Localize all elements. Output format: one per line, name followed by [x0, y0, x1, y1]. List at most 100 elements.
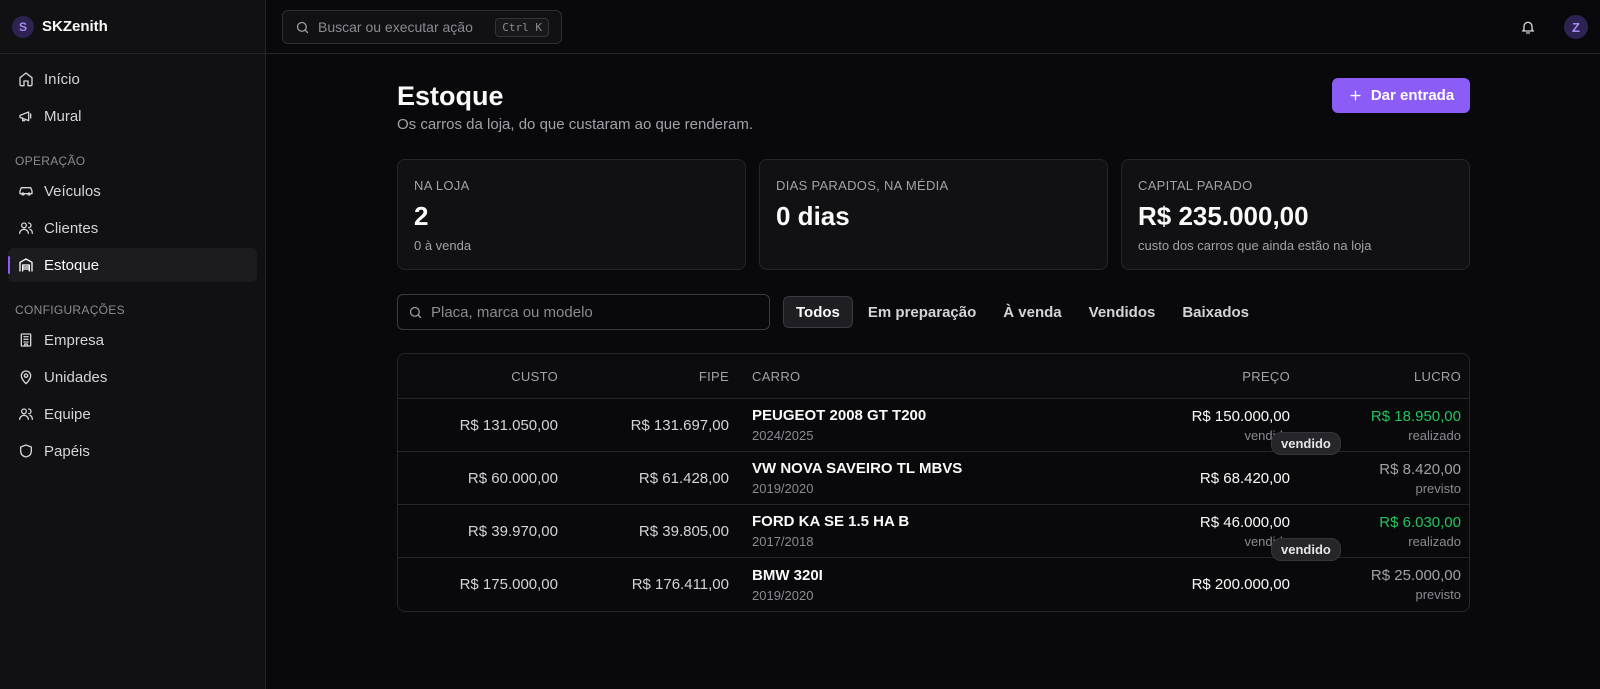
status-badge: vendido [1271, 432, 1341, 455]
table-header: CUSTO FIPE CARRO PREÇO LUCRO [398, 354, 1469, 399]
column-header-fipe[interactable]: FIPE [558, 369, 729, 384]
tab-em-preparacao[interactable]: Em preparação [856, 296, 988, 328]
table-body: R$ 131.050,00 R$ 131.697,00 PEUGEOT 2008… [398, 399, 1469, 611]
cell-carro: FORD KA SE 1.5 HA B 2017/2018 vendido [729, 513, 1341, 561]
tab-todos[interactable]: Todos [783, 296, 853, 328]
sidebar-nav: Início Mural OPERAÇÃO Veículos Clientes [0, 54, 265, 479]
sidebar-item-label: Clientes [44, 219, 99, 237]
profit-status: previsto [1415, 480, 1461, 496]
car-year: 2024/2025 [752, 428, 814, 443]
sidebar-item-label: Unidades [44, 368, 108, 386]
section-operacao: OPERAÇÃO [15, 154, 86, 168]
car-icon [18, 183, 34, 199]
cell-lucro: R$ 25.000,00 previsto [1290, 567, 1461, 602]
cell-fipe: R$ 39.805,00 [638, 522, 729, 540]
stat-desc: custo dos carros que ainda estão na loja [1138, 238, 1372, 253]
sidebar-item-mural[interactable]: Mural [8, 99, 257, 133]
price-value: R$ 200.000,00 [1191, 576, 1290, 593]
sidebar-item-papeis[interactable]: Papéis [8, 434, 257, 468]
stat-card-na-loja: NA LOJA 2 0 à venda [397, 159, 746, 270]
add-entry-label: Dar entrada [1370, 87, 1455, 104]
cell-lucro: R$ 8.420,00 previsto [1290, 461, 1461, 496]
tab-vendidos[interactable]: Vendidos [1077, 296, 1168, 328]
profit-status: previsto [1415, 587, 1461, 602]
table-row[interactable]: R$ 39.970,00 R$ 39.805,00 FORD KA SE 1.5… [398, 505, 1469, 561]
price-value: R$ 68.420,00 [1199, 469, 1290, 487]
sidebar-item-label: Início [44, 70, 80, 88]
sidebar-item-estoque[interactable]: Estoque [8, 248, 257, 282]
stat-value: 0 dias [776, 201, 850, 231]
status-tabs: Todos Em preparação À venda Vendidos Bai… [783, 296, 1264, 328]
sidebar: S SKZenith Início Mural OPERAÇÃO Veículo… [0, 0, 266, 689]
cell-fipe: R$ 61.428,00 [638, 469, 729, 487]
warehouse-icon [18, 257, 34, 273]
car-year: 2017/2018 [752, 534, 814, 549]
price-status: vendido [1244, 427, 1290, 443]
stat-card-capital-parado: CAPITAL PARADO R$ 235.000,00 custo dos c… [1121, 159, 1470, 270]
users-icon [18, 406, 34, 422]
command-search-placeholder: Buscar ou executar ação [318, 19, 473, 35]
megaphone-icon [18, 108, 34, 124]
bell-icon[interactable] [1518, 17, 1538, 37]
profit-value: R$ 6.030,00 [1379, 513, 1461, 531]
tab-a-venda[interactable]: À venda [991, 296, 1073, 328]
table-row[interactable]: R$ 175.000,00 R$ 176.411,00 BMW 320I 201… [398, 558, 1469, 611]
car-year: 2019/2020 [752, 587, 814, 603]
sidebar-item-label: Mural [44, 107, 82, 125]
home-icon [18, 71, 34, 87]
sidebar-item-equipe[interactable]: Equipe [8, 397, 257, 431]
cell-preco: R$ 150.000,00 vendido [1009, 408, 1290, 443]
sidebar-item-clientes[interactable]: Clientes [8, 211, 257, 245]
profit-value: R$ 18.950,00 [1370, 407, 1461, 425]
add-entry-button[interactable]: Dar entrada [1332, 78, 1470, 113]
vehicle-search-input[interactable]: Placa, marca ou modelo [397, 294, 770, 330]
shield-icon [18, 443, 34, 459]
cell-preco: R$ 200.000,00 [1009, 576, 1290, 593]
brand[interactable]: S SKZenith [0, 0, 265, 54]
car-year: 2019/2020 [752, 481, 814, 496]
tab-baixados[interactable]: Baixados [1170, 296, 1261, 328]
sidebar-item-label: Empresa [44, 331, 105, 349]
topbar: Buscar ou executar ação Ctrl K Z [266, 0, 1600, 54]
cell-carro: PEUGEOT 2008 GT T200 2024/2025 vendido [729, 407, 1341, 455]
search-icon [408, 305, 423, 320]
avatar[interactable]: Z [1564, 15, 1588, 39]
cell-carro: BMW 320I 2019/2020 [729, 567, 1009, 603]
sidebar-item-label: Equipe [44, 405, 91, 423]
section-configuracoes: CONFIGURAÇÕES [15, 303, 125, 317]
column-header-lucro[interactable]: LUCRO [1290, 369, 1461, 384]
stat-label: DIAS PARADOS, NA MÉDIA [776, 178, 949, 193]
sidebar-item-label: Papéis [44, 442, 90, 460]
command-search[interactable]: Buscar ou executar ação Ctrl K [282, 10, 562, 44]
table-row[interactable]: R$ 131.050,00 R$ 131.697,00 PEUGEOT 2008… [398, 399, 1469, 455]
search-icon [295, 20, 310, 35]
stats-cards: NA LOJA 2 0 à venda DIAS PARADOS, NA MÉD… [397, 159, 1470, 270]
car-name: VW NOVA SAVEIRO TL MBVS [752, 460, 963, 477]
sidebar-item-empresa[interactable]: Empresa [8, 323, 257, 357]
sidebar-item-unidades[interactable]: Unidades [8, 360, 257, 394]
stat-value: 2 [414, 201, 429, 231]
column-header-custo[interactable]: CUSTO [398, 369, 558, 384]
cell-custo: R$ 131.050,00 [459, 416, 558, 434]
price-status: vendido [1244, 533, 1290, 549]
sidebar-item-label: Veículos [44, 182, 101, 200]
column-header-preco[interactable]: PREÇO [1009, 369, 1290, 384]
price-value: R$ 46.000,00 [1199, 513, 1290, 531]
cell-custo: R$ 60.000,00 [467, 469, 558, 487]
stat-value: R$ 235.000,00 [1138, 201, 1309, 231]
sidebar-item-veiculos[interactable]: Veículos [8, 174, 257, 208]
brand-logo: S [12, 15, 34, 38]
cell-custo: R$ 39.970,00 [467, 522, 558, 540]
car-name: FORD KA SE 1.5 HA B [752, 513, 910, 530]
cell-fipe: R$ 176.411,00 [631, 576, 729, 593]
building-icon [18, 332, 34, 348]
users-icon [18, 220, 34, 236]
sidebar-item-inicio[interactable]: Início [8, 62, 257, 96]
price-value: R$ 150.000,00 [1191, 407, 1290, 425]
status-badge: vendido [1271, 538, 1341, 561]
stat-card-dias-parados: DIAS PARADOS, NA MÉDIA 0 dias [759, 159, 1108, 270]
column-header-carro[interactable]: CARRO [729, 369, 1009, 384]
table-row[interactable]: R$ 60.000,00 R$ 61.428,00 VW NOVA SAVEIR… [398, 452, 1469, 505]
stat-desc: 0 à venda [414, 238, 472, 253]
car-name: PEUGEOT 2008 GT T200 [752, 407, 927, 424]
